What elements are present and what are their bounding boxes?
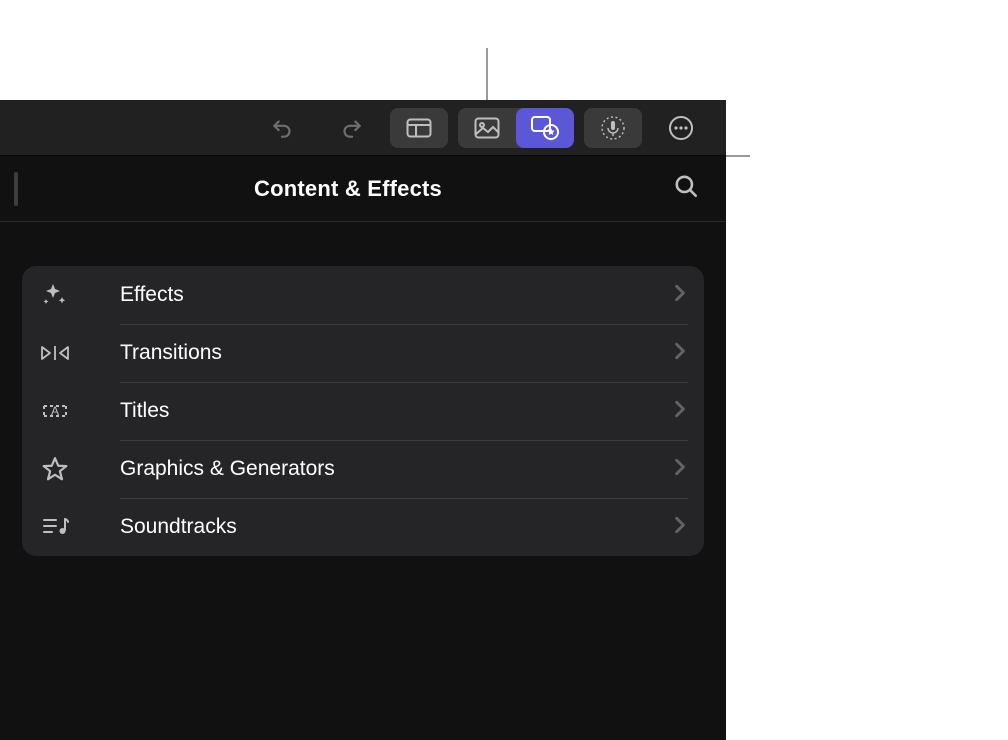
more-button[interactable] [652, 108, 710, 148]
row-label: Transitions [78, 341, 674, 365]
toolbar [0, 100, 726, 156]
row-transitions[interactable]: Transitions [22, 324, 704, 382]
stage: Content & Effects [0, 0, 1008, 740]
row-label: Soundtracks [78, 515, 674, 539]
row-titles[interactable]: A Titles [22, 382, 704, 440]
chevron-right-icon [674, 342, 686, 365]
panel-header: Content & Effects [0, 156, 726, 222]
search-button[interactable] [670, 173, 702, 205]
app-window: Content & Effects [0, 100, 726, 740]
drag-handle[interactable] [14, 172, 18, 206]
row-label: Graphics & Generators [78, 457, 674, 481]
search-icon [673, 173, 699, 204]
photo-icon [474, 117, 500, 139]
layout-icon [406, 118, 432, 138]
voiceover-button[interactable] [584, 108, 642, 148]
star-icon [32, 456, 78, 482]
microphone-icon [600, 115, 626, 141]
chevron-right-icon [674, 516, 686, 539]
titles-icon: A [32, 400, 78, 422]
row-effects[interactable]: Effects [22, 266, 704, 324]
panel-title: Content & Effects [26, 176, 670, 202]
media-browser-button[interactable] [458, 108, 516, 148]
redo-button[interactable] [322, 108, 380, 148]
chevron-right-icon [674, 458, 686, 481]
svg-text:A: A [51, 404, 59, 418]
music-list-icon [32, 515, 78, 539]
sparkle-icon [32, 281, 78, 309]
content-effects-button[interactable] [516, 108, 574, 148]
layout-button[interactable] [390, 108, 448, 148]
undo-icon [270, 115, 296, 141]
row-soundtracks[interactable]: Soundtracks [22, 498, 704, 556]
undo-button[interactable] [254, 108, 312, 148]
row-graphics-generators[interactable]: Graphics & Generators [22, 440, 704, 498]
content-effects-icon [530, 115, 560, 141]
transitions-icon [32, 343, 78, 363]
category-list: Effects Transitions [22, 266, 704, 556]
row-label: Titles [78, 399, 674, 423]
browser-toggle-group [458, 108, 574, 148]
redo-icon [338, 115, 364, 141]
ellipsis-circle-icon [667, 114, 695, 142]
chevron-right-icon [674, 284, 686, 307]
row-label: Effects [78, 283, 674, 307]
chevron-right-icon [674, 400, 686, 423]
